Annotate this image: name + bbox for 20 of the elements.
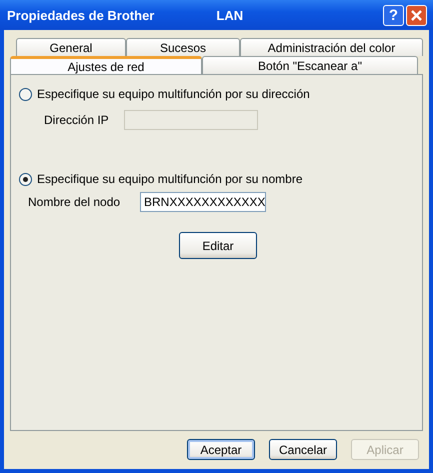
radio-button[interactable] (19, 88, 32, 100)
edit-button[interactable]: Editar (179, 232, 257, 259)
tab[interactable]: Ajustes de red (10, 56, 202, 74)
radio-label: Especifique su equipo multifunción por su dirección (37, 87, 310, 101)
input-field[interactable]: BRNXXXXXXXXXXXX (140, 192, 266, 212)
close-button[interactable] (406, 4, 427, 26)
radio-button[interactable] (19, 172, 32, 186)
radio-label: Especifique su equipo multifunción por su nombre (37, 172, 302, 186)
help-button[interactable]: ? (383, 4, 404, 26)
tab[interactable]: Sucesos (126, 38, 240, 56)
field-label: Dirección IP (44, 113, 110, 127)
window-subtitle: LAN (216, 8, 244, 22)
tab[interactable]: Botón "Escanear a" (202, 56, 418, 74)
window-title: Propiedades de Brother (7, 8, 154, 22)
field-label: Nombre del nodo (28, 195, 122, 209)
dialog-button[interactable]: Aceptar (187, 439, 255, 460)
dialog-button[interactable]: Cancelar (269, 439, 337, 460)
tab[interactable]: General (16, 38, 126, 56)
tab[interactable]: Administración del color (240, 38, 423, 56)
close-icon (410, 8, 423, 22)
